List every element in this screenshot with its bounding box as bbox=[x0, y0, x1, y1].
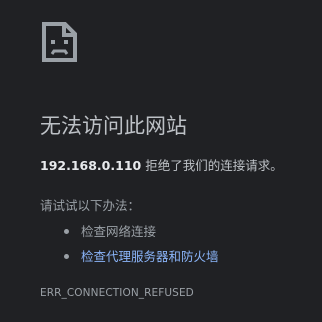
page-title: 无法访问此网站 bbox=[40, 114, 187, 138]
suggestions-label: 请试试以下办法： bbox=[40, 198, 141, 213]
bullet-icon bbox=[64, 254, 69, 259]
host-address: 192.168.0.110 bbox=[40, 158, 142, 173]
check-proxy-firewall-link[interactable]: 检查代理服务器和防火墙 bbox=[81, 249, 219, 264]
sad-page-icon bbox=[39, 20, 79, 64]
bullet-icon bbox=[64, 229, 69, 234]
suggestion-item: 检查代理服务器和防火墙 bbox=[40, 244, 219, 269]
suggestions-list: 检查网络连接 检查代理服务器和防火墙 bbox=[40, 219, 219, 269]
error-code: ERR_CONNECTION_REFUSED bbox=[40, 287, 194, 299]
error-message: 192.168.0.110 拒绝了我们的连接请求。 bbox=[40, 157, 283, 175]
error-description: 拒绝了我们的连接请求。 bbox=[141, 158, 283, 173]
suggestion-check-network: 检查网络连接 bbox=[81, 224, 157, 239]
suggestion-item: 检查网络连接 bbox=[40, 219, 219, 244]
